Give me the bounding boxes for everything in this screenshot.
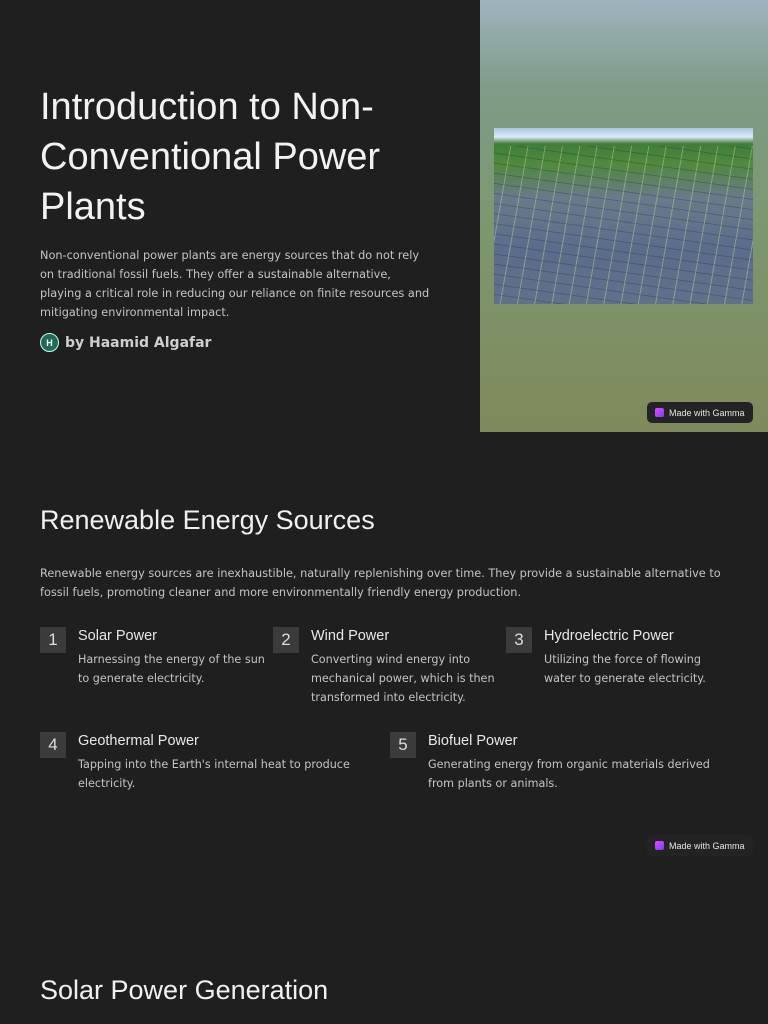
item-description: Generating energy from organic materials… [428, 758, 710, 790]
item-title: Biofuel Power [428, 733, 518, 749]
item-description: Utilizing the force of flowing water to … [544, 653, 706, 685]
item-number: 2 [273, 627, 299, 653]
hero-image-panel [480, 0, 768, 432]
badge-label: Made with Gamma [669, 840, 745, 851]
gamma-icon [655, 408, 664, 417]
author: H by Haamid Algafar [40, 333, 211, 352]
section-description: Renewable energy sources are inexhaustib… [40, 567, 721, 599]
item-number: 3 [506, 627, 532, 653]
hero-title: Introduction to Non-Conventional Power P… [40, 86, 381, 228]
item-number: 4 [40, 732, 66, 758]
made-with-gamma-badge[interactable]: Made with Gamma [647, 835, 753, 856]
item-title: Solar Power [78, 628, 157, 644]
item-title: Geothermal Power [78, 733, 199, 749]
list-item: 4 Geothermal Power Tapping into the Eart… [40, 732, 360, 793]
section-title: Renewable Energy Sources [40, 505, 375, 535]
list-item: 2 Wind Power Converting wind energy into… [273, 627, 498, 707]
author-name: by Haamid Algafar [65, 334, 212, 351]
item-description: Tapping into the Earth's internal heat t… [78, 758, 350, 790]
hero-description: Non-conventional power plants are energy… [40, 249, 430, 319]
item-title: Wind Power [311, 628, 390, 644]
item-title: Hydroelectric Power [544, 628, 674, 644]
solar-farm-photo [494, 128, 753, 304]
gamma-icon [655, 841, 664, 850]
avatar: H [40, 333, 59, 352]
item-number: 5 [390, 732, 416, 758]
item-number: 1 [40, 627, 66, 653]
made-with-gamma-badge[interactable]: Made with Gamma [647, 402, 753, 423]
list-item: 5 Biofuel Power Generating energy from o… [390, 732, 735, 793]
list-item: 3 Hydroelectric Power Utilizing the forc… [506, 627, 736, 688]
item-description: Harnessing the energy of the sun to gene… [78, 653, 265, 685]
badge-label: Made with Gamma [669, 407, 745, 418]
section-title: Solar Power Generation [40, 975, 329, 1005]
item-description: Converting wind energy into mechanical p… [311, 653, 495, 704]
list-item: 1 Solar Power Harnessing the energy of t… [40, 627, 265, 688]
